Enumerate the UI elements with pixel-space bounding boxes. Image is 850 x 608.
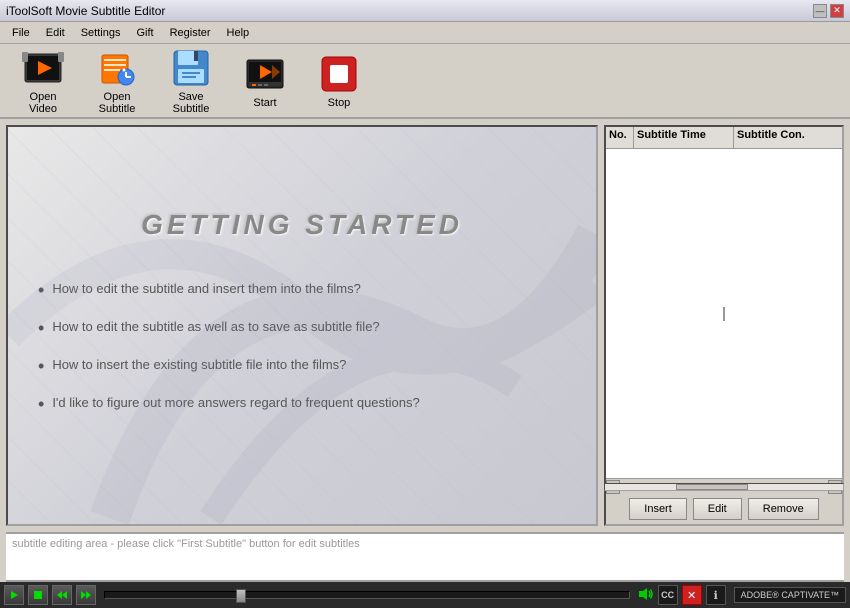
stop-button[interactable]: Stop xyxy=(304,48,374,114)
close-media-button[interactable]: ✕ xyxy=(682,585,702,605)
menu-gift[interactable]: Gift xyxy=(128,25,161,41)
save-subtitle-icon xyxy=(170,47,212,89)
fast-forward-button[interactable] xyxy=(76,585,96,605)
col-content-header: Subtitle Con. xyxy=(734,127,842,148)
preview-panel: GETTING STARTED • How to edit the subtit… xyxy=(6,125,598,526)
subtitle-table-header: No. Subtitle Time Subtitle Con. xyxy=(606,127,842,149)
open-subtitle-button[interactable]: Open Subtitle xyxy=(82,42,152,120)
playback-bar: CC ✕ ℹ ADOBE® CAPTIVATE™ xyxy=(0,582,850,608)
subtitle-edit-placeholder: subtitle editing area - please click "Fi… xyxy=(12,538,360,550)
save-subtitle-button[interactable]: Save Subtitle xyxy=(156,42,226,120)
main-content: GETTING STARTED • How to edit the subtit… xyxy=(0,119,850,532)
edit-button[interactable]: Edit xyxy=(693,498,742,520)
stop-label: Stop xyxy=(328,97,351,109)
insert-button[interactable]: Insert xyxy=(629,498,687,520)
subtitle-scrollbar-horizontal[interactable]: ◀ ▶ xyxy=(606,478,842,494)
menu-edit[interactable]: Edit xyxy=(38,25,73,41)
close-button[interactable]: ✕ xyxy=(830,4,844,18)
start-button[interactable]: Start xyxy=(230,48,300,114)
title-bar-buttons: — ✕ xyxy=(813,4,844,18)
open-video-button[interactable]: Open Video xyxy=(8,42,78,120)
open-subtitle-label: Open Subtitle xyxy=(89,91,145,115)
col-time-header: Subtitle Time xyxy=(634,127,734,148)
open-video-icon xyxy=(22,47,64,89)
menu-help[interactable]: Help xyxy=(219,25,258,41)
info-button[interactable]: ℹ xyxy=(706,585,726,605)
adobe-label: ADOBE® CAPTIVATE™ xyxy=(741,590,839,600)
remove-button[interactable]: Remove xyxy=(748,498,819,520)
subtitle-panel: No. Subtitle Time Subtitle Con. ◀ ▶ Inse… xyxy=(604,125,844,526)
stop-icon xyxy=(318,53,360,95)
scroll-track[interactable] xyxy=(604,483,844,491)
minimize-button[interactable]: — xyxy=(813,4,827,18)
col-no-header: No. xyxy=(606,127,634,148)
volume-icon[interactable] xyxy=(638,586,654,605)
adobe-badge: ADOBE® CAPTIVATE™ xyxy=(734,587,846,603)
menu-settings[interactable]: Settings xyxy=(73,25,129,41)
open-video-label: Open Video xyxy=(15,91,71,115)
play-button[interactable] xyxy=(4,585,24,605)
window-title: iToolSoft Movie Subtitle Editor xyxy=(6,4,165,18)
rewind-button[interactable] xyxy=(52,585,72,605)
menu-register[interactable]: Register xyxy=(162,25,219,41)
cc-button[interactable]: CC xyxy=(658,585,678,605)
playback-stop-button[interactable] xyxy=(28,585,48,605)
scroll-thumb[interactable] xyxy=(676,484,747,490)
open-subtitle-icon xyxy=(96,47,138,89)
toolbar: Open Video Open Subtitle xyxy=(0,44,850,119)
save-subtitle-label: Save Subtitle xyxy=(163,91,219,115)
title-bar: iToolSoft Movie Subtitle Editor — ✕ xyxy=(0,0,850,22)
start-label: Start xyxy=(253,97,276,109)
subtitle-action-buttons: Insert Edit Remove xyxy=(606,494,842,524)
subtitle-table-body[interactable] xyxy=(606,149,842,478)
start-icon xyxy=(244,53,286,95)
menu-file[interactable]: File xyxy=(4,25,38,41)
progress-thumb[interactable] xyxy=(236,589,246,603)
subtitle-edit-area[interactable]: subtitle editing area - please click "Fi… xyxy=(6,532,844,582)
subtitle-cursor xyxy=(724,307,725,321)
